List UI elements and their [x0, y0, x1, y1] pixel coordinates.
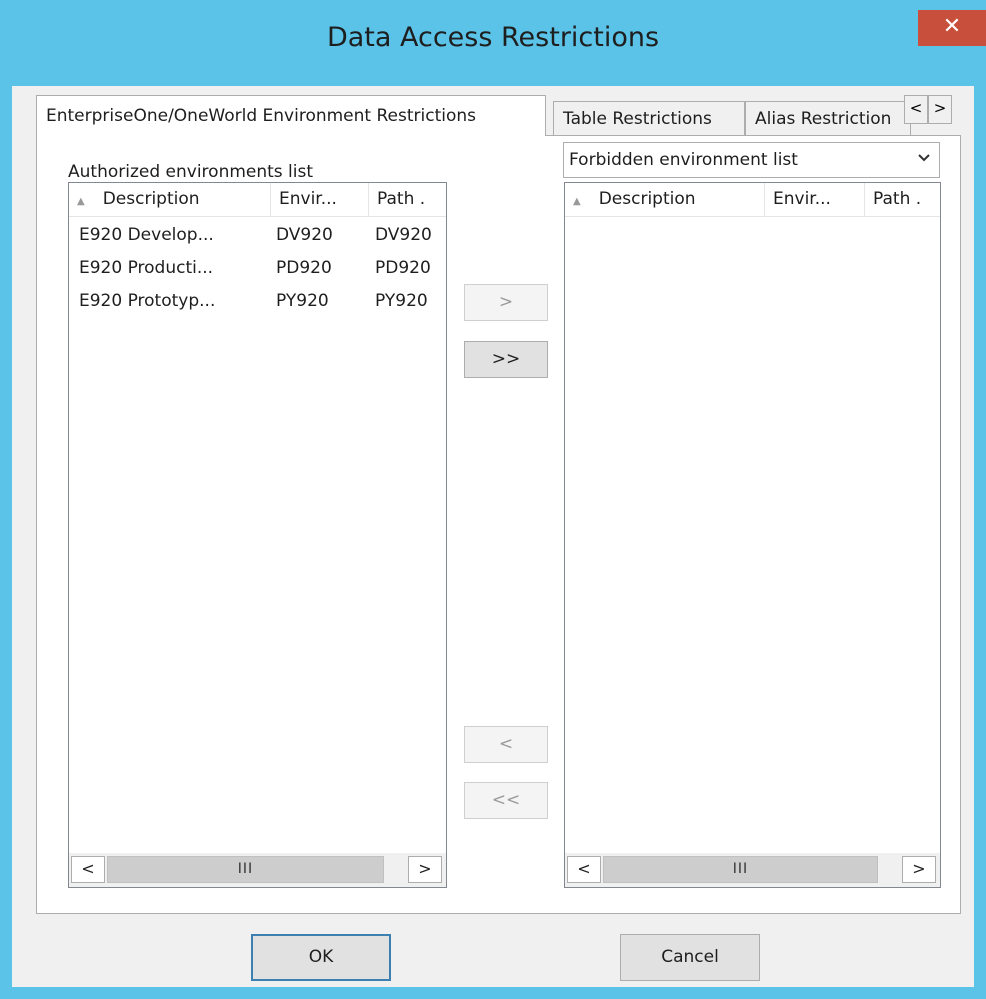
authorized-horizontal-scrollbar[interactable]: < III > [69, 853, 446, 887]
tab-scroll-left-button[interactable]: < [904, 95, 928, 124]
row-path: PY920 [375, 291, 428, 311]
authorized-environments-list[interactable]: ▲ Description Envir... Path . E920 Develo… [68, 182, 447, 888]
column-header-environment[interactable]: Envir... [271, 183, 369, 216]
row-path: DV920 [375, 225, 432, 245]
column-header-environment[interactable]: Envir... [765, 183, 865, 216]
column-header-path[interactable]: Path . [865, 183, 940, 216]
forbidden-list-selector-value: Forbidden environment list [569, 150, 798, 170]
scroll-left-button[interactable]: < [71, 856, 105, 883]
row-description: E920 Prototyp... [79, 291, 216, 311]
scroll-thumb[interactable]: III [107, 856, 384, 883]
column-header-path[interactable]: Path . [369, 183, 446, 216]
tab-alias-restrictions[interactable]: Alias Restriction [745, 101, 911, 136]
column-header-description[interactable]: ▲ Description [565, 183, 765, 216]
add-all-button[interactable]: >> [464, 341, 548, 378]
chevron-right-icon: > [933, 99, 947, 117]
authorized-list-header: ▲ Description Envir... Path . [69, 183, 446, 217]
close-icon: ✕ [942, 14, 962, 39]
add-selected-button[interactable]: > [464, 284, 548, 321]
forbidden-list-selector[interactable]: Forbidden environment list [563, 142, 940, 178]
sort-ascending-icon: ▲ [573, 196, 581, 207]
close-button[interactable]: ✕ [918, 10, 986, 46]
scroll-left-button[interactable]: < [567, 856, 601, 883]
authorized-list-label: Authorized environments list [68, 162, 314, 182]
tab-scroll-right-button[interactable]: > [928, 95, 952, 124]
row-description: E920 Producti... [79, 258, 214, 278]
forbidden-horizontal-scrollbar[interactable]: < III > [565, 853, 940, 887]
forbidden-list-header: ▲ Description Envir... Path . [565, 183, 940, 217]
scroll-right-button[interactable]: > [902, 856, 936, 883]
row-path: PD920 [375, 258, 431, 278]
table-row[interactable]: E920 Prototyp... PY920 PY920 [69, 285, 446, 318]
row-environment: PD920 [276, 258, 332, 278]
row-description: E920 Develop... [79, 225, 214, 245]
tab-table-restrictions[interactable]: Table Restrictions [553, 101, 745, 136]
window-title: Data Access Restrictions [326, 22, 660, 53]
row-environment: DV920 [276, 225, 333, 245]
title-bar[interactable]: Data Access Restrictions ✕ [0, 0, 986, 86]
table-row[interactable]: E920 Producti... PD920 PD920 [69, 252, 446, 285]
row-environment: PY920 [276, 291, 329, 311]
column-header-description[interactable]: ▲ Description [69, 183, 271, 216]
cancel-button[interactable]: Cancel [620, 934, 760, 981]
remove-selected-button[interactable]: < [464, 726, 548, 763]
scroll-right-button[interactable]: > [408, 856, 442, 883]
forbidden-environments-list[interactable]: ▲ Description Envir... Path . < III > [564, 182, 941, 888]
tab-environment-restrictions[interactable]: EnterpriseOne/OneWorld Environment Restr… [36, 95, 546, 136]
chevron-down-icon [918, 154, 930, 162]
chevron-left-icon: < [909, 99, 923, 117]
table-row[interactable]: E920 Develop... DV920 DV920 [69, 219, 446, 252]
dialog-window: Data Access Restrictions ✕ EnterpriseOne… [0, 0, 986, 999]
scroll-thumb[interactable]: III [603, 856, 878, 883]
sort-ascending-icon: ▲ [77, 196, 85, 207]
dialog-client-area: EnterpriseOne/OneWorld Environment Restr… [12, 86, 974, 987]
ok-button[interactable]: OK [251, 934, 391, 981]
remove-all-button[interactable]: << [464, 782, 548, 819]
